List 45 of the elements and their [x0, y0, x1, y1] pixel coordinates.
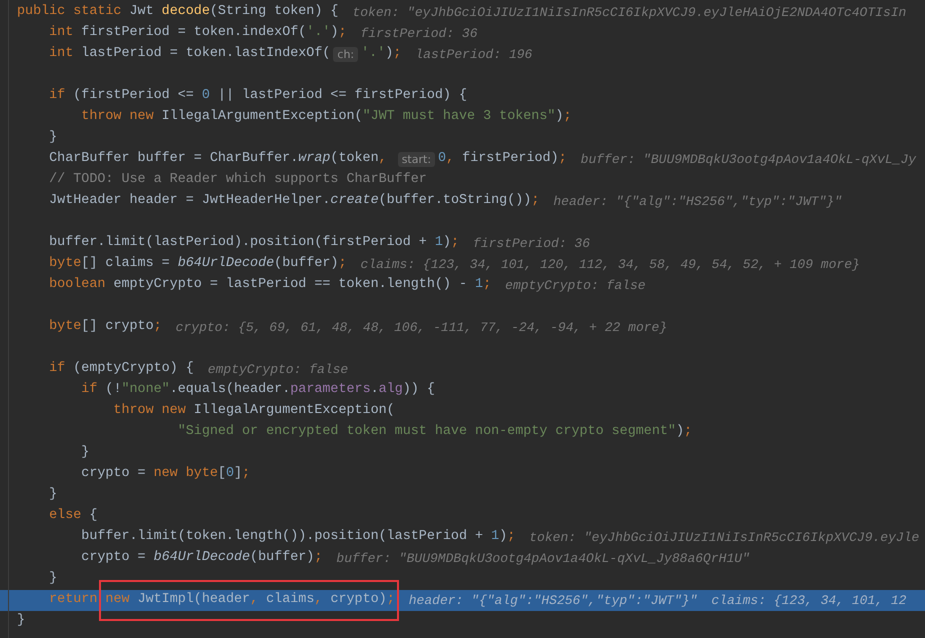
code-text: if (!"none".equals(header.parameters.alg)) { [80, 381, 435, 400]
code-comment: // TODO: Use a Reader which supports CharBuffer [48, 171, 427, 190]
code-text: throw new IllegalArgumentException( [112, 402, 395, 420]
debug-value: crypto: {5, 69, 61, 48, 48, 106, -111, 77, -24, -94, + 22 more} [176, 318, 668, 337]
code-text: buffer.limit(lastPeriod).position(firstPeriod + 1); [48, 234, 459, 252]
code-text: else { [48, 507, 98, 526]
debug-value: header: "{"alg":"HS256","typ":"JWT"}" [553, 192, 842, 211]
code-text: 0, firstPeriod); [438, 150, 567, 168]
code-text: CharBuffer buffer = CharBuffer.wrap(token, [48, 150, 388, 168]
code-text: JwtHeader header = JwtHeaderHelper.create(buffer.toString()); [48, 192, 540, 210]
debug-value: claims: {123, 34, 101, 12 [711, 592, 906, 610]
code-text: buffer.limit(token.length()).position(lastPeriod + 1); [80, 528, 516, 546]
code-text: public static Jwt decode(String token) { [17, 3, 338, 22]
code-text: new JwtImpl(header, claims, crypto); [105, 592, 395, 608]
code-text: } [48, 129, 58, 148]
code-text: } [80, 444, 90, 462]
code-text: int lastPeriod = token.lastIndexOf( [48, 45, 330, 64]
code-text: byte[] claims = b64UrlDecode(buffer); [48, 255, 347, 274]
code-text: if (emptyCrypto) { [48, 360, 194, 378]
code-text: } [17, 612, 26, 630]
code-text: '.'); [361, 45, 402, 64]
debug-value: header: "{"alg":"HS256","typ":"JWT"}" [408, 592, 698, 610]
debug-value: token: "eyJhbGciOiJIUzI1NiIsInR5cCI6IkpXVCJ9.eyJle [529, 528, 920, 547]
code-text: throw new IllegalArgumentException("JWT must have 3 tokens"); [80, 108, 572, 126]
parameter-hint: start: [398, 152, 436, 167]
code-text: boolean emptyCrypto = lastPeriod == token.length() - 1; [48, 276, 492, 294]
code-text: if (firstPeriod <= 0 || lastPeriod <= firstPeriod) { [48, 87, 468, 106]
code-text: crypto = new byte[0]; [80, 465, 250, 484]
debug-value: token: "eyJhbGciOiJIUzI1NiIsInR5cCI6IkpXVCJ9.eyJleHAiOjE2NDA4OTc4OTIsIn [352, 4, 906, 22]
code-text: } [48, 486, 58, 504]
code-text: int firstPeriod = token.indexOf('.'); [48, 24, 346, 42]
code-text: } [48, 570, 58, 588]
debug-value: firstPeriod: 36 [360, 24, 478, 43]
code-text: "Signed or encrypted token must have non-empty crypto segment"); [176, 423, 692, 442]
debug-value: emptyCrypto: false [208, 360, 348, 379]
debug-value: claims: {123, 34, 101, 120, 112, 34, 58, 49, 54, 52, + 109 more} [360, 256, 860, 274]
code-text: return [48, 591, 98, 610]
code-text: byte[] crypto; [48, 318, 162, 336]
debug-value: emptyCrypto: false [505, 276, 646, 295]
parameter-hint: ch: [333, 47, 358, 62]
debug-value: lastPeriod: 196 [415, 46, 532, 64]
debug-value: buffer: "BUU9MDBqkU3ootg4pAov1a4OkL-qXvL_Jy [580, 150, 916, 169]
debug-value: buffer: "BUU9MDBqkU3ootg4pAov1a4OkL-qXvL_Jy88a6QrH1U" [336, 550, 750, 568]
code-text: crypto = b64UrlDecode(buffer); [80, 549, 322, 568]
debug-value: firstPeriod: 36 [473, 234, 590, 253]
